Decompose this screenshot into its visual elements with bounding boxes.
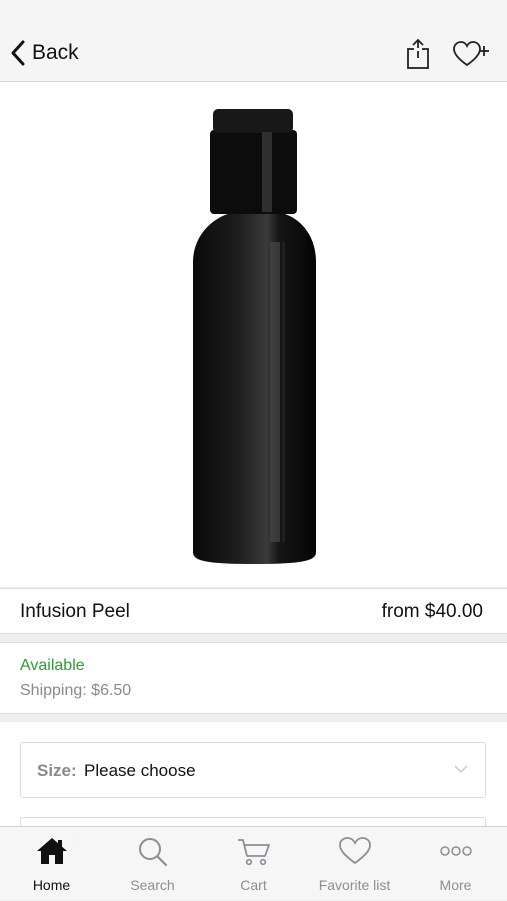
availability-status: Available	[20, 657, 85, 674]
more-icon	[439, 846, 472, 856]
tab-more[interactable]: More	[405, 827, 506, 901]
product-title-row: Infusion Peel from $40.00	[0, 588, 507, 634]
size-select[interactable]: Size: Please choose	[20, 742, 486, 798]
size-value: Please choose	[84, 761, 196, 780]
product-options: Size: Please choose 1	[0, 722, 507, 857]
search-icon	[138, 838, 167, 867]
tab-more-label: More	[439, 877, 472, 893]
chevron-down-icon	[454, 765, 468, 774]
heart-icon	[338, 837, 371, 865]
chevron-left-icon	[11, 40, 25, 66]
navigation-bar: Back	[0, 0, 507, 82]
black-bottle-image	[178, 109, 322, 568]
cart-icon	[237, 839, 270, 866]
tab-home-label: Home	[32, 877, 71, 893]
tab-search[interactable]: Search	[102, 827, 203, 901]
shipping-cost: Shipping: $6.50	[20, 682, 132, 699]
tab-cart-label: Cart	[240, 877, 267, 893]
back-button[interactable]: Back	[10, 38, 79, 68]
tab-bar: Home Search Cart Favorite list More	[0, 826, 507, 900]
tab-home[interactable]: Home	[1, 827, 102, 901]
product-name: Infusion Peel	[20, 601, 130, 622]
size-label: Size:	[37, 761, 77, 780]
tab-search-label: Search	[130, 877, 175, 893]
home-icon	[36, 838, 67, 864]
availability-row: Available Shipping: $6.50	[0, 642, 507, 714]
product-image[interactable]	[0, 82, 507, 587]
heart-plus-icon[interactable]	[452, 40, 492, 68]
tab-favorite-list[interactable]: Favorite list	[304, 827, 405, 901]
tab-favorite-list-label: Favorite list	[318, 877, 391, 893]
back-label: Back	[32, 41, 79, 64]
tab-cart[interactable]: Cart	[203, 827, 304, 901]
product-price: from $40.00	[381, 601, 483, 622]
share-icon[interactable]	[405, 38, 431, 70]
